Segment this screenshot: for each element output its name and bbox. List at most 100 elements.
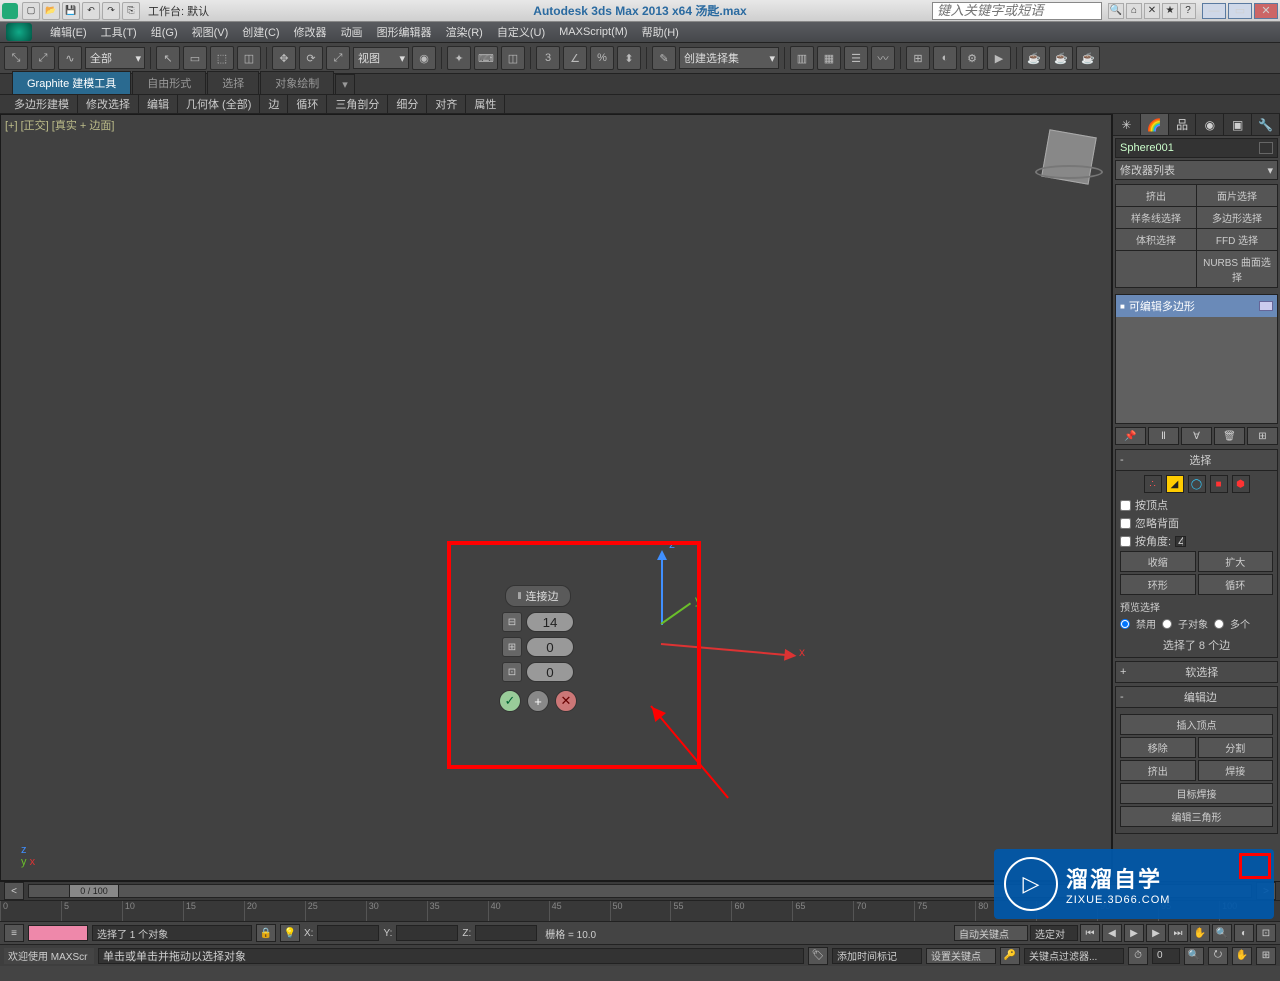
mod-btn-volsel[interactable]: 体积选择 — [1116, 229, 1196, 250]
pin-stack-icon[interactable]: 📌 — [1115, 427, 1146, 445]
subscription-icon[interactable]: ⌂ — [1126, 3, 1142, 19]
motion-tab-icon[interactable]: ◉ — [1196, 114, 1224, 135]
weld-button[interactable]: 焊接 — [1198, 760, 1274, 781]
shrink-button[interactable]: 收缩 — [1120, 551, 1196, 572]
close-button[interactable]: ✕ — [1254, 3, 1278, 19]
nav-pan-icon[interactable]: ✋ — [1232, 947, 1252, 965]
mod-btn-polysel[interactable]: 多边形选择 — [1197, 207, 1277, 228]
nav-max-icon[interactable]: ⊞ — [1256, 947, 1276, 965]
menu-create[interactable]: 创建(C) — [242, 24, 279, 40]
timetag-icon[interactable]: 🏷 — [808, 947, 828, 965]
segments-input[interactable] — [526, 612, 574, 632]
exchange-icon[interactable]: ✕ — [1144, 3, 1160, 19]
move-icon[interactable]: ✥ — [272, 46, 296, 70]
link-icon[interactable]: ⎘ — [122, 2, 140, 20]
render-frame-icon[interactable]: ▶ — [987, 46, 1011, 70]
slide-icon[interactable]: ⊡ — [502, 662, 522, 682]
workspace-label[interactable]: 工作台: 默认 — [148, 3, 209, 19]
menu-modifiers[interactable]: 修改器 — [294, 24, 327, 40]
z-coord-field[interactable] — [475, 925, 537, 941]
rsub-props[interactable]: 属性 — [466, 94, 505, 114]
utilities-tab-icon[interactable]: 🔧 — [1252, 114, 1280, 135]
play-icon[interactable]: ▶ — [1124, 924, 1144, 942]
menu-tools[interactable]: 工具(T) — [101, 24, 137, 40]
nav-orbit-icon[interactable]: ⭮ — [1208, 947, 1228, 965]
ribbon-tab-paint[interactable]: 对象绘制 — [260, 71, 334, 94]
teapot3-icon[interactable]: ☕ — [1076, 46, 1100, 70]
unique-icon[interactable]: ∀ — [1181, 427, 1212, 445]
rsub-align[interactable]: 对齐 — [427, 94, 466, 114]
insert-vertex-button[interactable]: 插入顶点 — [1120, 714, 1273, 735]
spinner-snap-icon[interactable]: ⬍ — [617, 46, 641, 70]
menu-help[interactable]: 帮助(H) — [642, 24, 679, 40]
window-crossing-icon[interactable]: ◫ — [237, 46, 261, 70]
mod-btn-splinesel[interactable]: 样条线选择 — [1116, 207, 1196, 228]
teapot2-icon[interactable]: ☕ — [1049, 46, 1073, 70]
keymode-icon[interactable]: 🔑 — [1000, 947, 1020, 965]
select-name-icon[interactable]: ▭ — [183, 46, 207, 70]
caddy-apply-button[interactable]: + — [527, 690, 549, 712]
viewport[interactable]: [+] [正交] [真实 + 边面] — [0, 114, 1112, 881]
rsub-edge[interactable]: 边 — [260, 94, 288, 114]
preview-sub-radio[interactable] — [1162, 619, 1172, 629]
new-icon[interactable]: ▢ — [22, 2, 40, 20]
menu-edit[interactable]: 编辑(E) — [50, 24, 87, 40]
teapot1-icon[interactable]: ☕ — [1022, 46, 1046, 70]
app-icon[interactable] — [2, 3, 18, 19]
caddy-ok-button[interactable]: ✓ — [499, 690, 521, 712]
target-weld-button[interactable]: 目标焊接 — [1120, 783, 1273, 804]
percent-snap-icon[interactable]: % — [590, 46, 614, 70]
rsub-polygon[interactable]: 多边形建模 — [6, 94, 78, 114]
modifier-stack[interactable]: 可编辑多边形 — [1115, 294, 1278, 424]
autokey-button[interactable]: 自动关键点 — [954, 925, 1028, 941]
menu-group[interactable]: 组(G) — [151, 24, 178, 40]
menu-view[interactable]: 视图(V) — [192, 24, 229, 40]
grow-button[interactable]: 扩大 — [1198, 551, 1274, 572]
select-icon[interactable]: ↖ — [156, 46, 180, 70]
by-angle-checkbox[interactable] — [1120, 536, 1131, 547]
stack-lamp-icon[interactable] — [1259, 301, 1273, 311]
manipulate-icon[interactable]: ✦ — [447, 46, 471, 70]
caddy-cancel-button[interactable]: ✕ — [555, 690, 577, 712]
border-level-icon[interactable]: ◯ — [1188, 475, 1206, 493]
modify-tab-icon[interactable]: 🌈 — [1141, 114, 1169, 135]
search-icon[interactable]: 🔍 — [1108, 3, 1124, 19]
rotate-icon[interactable]: ⟳ — [299, 46, 323, 70]
pinch-input[interactable] — [526, 637, 574, 657]
redo-icon[interactable]: ↷ — [102, 2, 120, 20]
rollout-selection-header[interactable]: 选择 — [1115, 449, 1278, 471]
connect-edges-caddy[interactable]: 连接边 ⊟ ⊞ ⊡ ✓ + ✕ — [499, 585, 577, 712]
named-selection-dropdown[interactable]: 创建选择集 — [679, 47, 779, 69]
hierarchy-tab-icon[interactable]: 品 — [1169, 114, 1197, 135]
render-setup-icon[interactable]: ⚙ — [960, 46, 984, 70]
fov-icon[interactable]: ◐ — [1234, 924, 1254, 942]
preview-multi-radio[interactable] — [1214, 619, 1224, 629]
zoom-extents-icon[interactable]: ⊡ — [1256, 924, 1276, 942]
nav-zoom-icon[interactable]: 🔍 — [1184, 947, 1204, 965]
select-region-icon[interactable]: ⬚ — [210, 46, 234, 70]
lock-icon[interactable]: 🔒 — [256, 924, 276, 942]
mod-btn-ffdsel[interactable]: FFD 选择 — [1197, 229, 1277, 250]
create-tab-icon[interactable]: ✳ — [1113, 114, 1141, 135]
segments-icon[interactable]: ⊟ — [502, 612, 522, 632]
split-button[interactable]: 分割 — [1198, 737, 1274, 758]
rsub-tri[interactable]: 三角剖分 — [327, 94, 388, 114]
ribbon-tab-selection[interactable]: 选择 — [207, 71, 259, 94]
unlink-icon[interactable]: ⤢ — [31, 46, 55, 70]
layers-icon[interactable]: ☰ — [844, 46, 868, 70]
script-listener-icon[interactable]: ≡ — [4, 924, 24, 942]
slide-input[interactable] — [526, 662, 574, 682]
remove-button[interactable]: 移除 — [1120, 737, 1196, 758]
ring-button[interactable]: 环形 — [1120, 574, 1196, 595]
y-coord-field[interactable] — [396, 925, 458, 941]
vertex-level-icon[interactable]: ∴ — [1144, 475, 1162, 493]
help-icon[interactable]: ? — [1180, 3, 1196, 19]
keyboard-icon[interactable]: ⌨ — [474, 46, 498, 70]
schematic-icon[interactable]: ⊞ — [906, 46, 930, 70]
favorite-icon[interactable]: ★ — [1162, 3, 1178, 19]
minimize-button[interactable]: — — [1202, 3, 1226, 19]
rsub-geom[interactable]: 几何体 (全部) — [178, 94, 260, 114]
edit-named-icon[interactable]: ✎ — [652, 46, 676, 70]
ribbon-minimize-icon[interactable]: ▾ — [335, 74, 355, 94]
color-swatch[interactable] — [1259, 142, 1273, 154]
